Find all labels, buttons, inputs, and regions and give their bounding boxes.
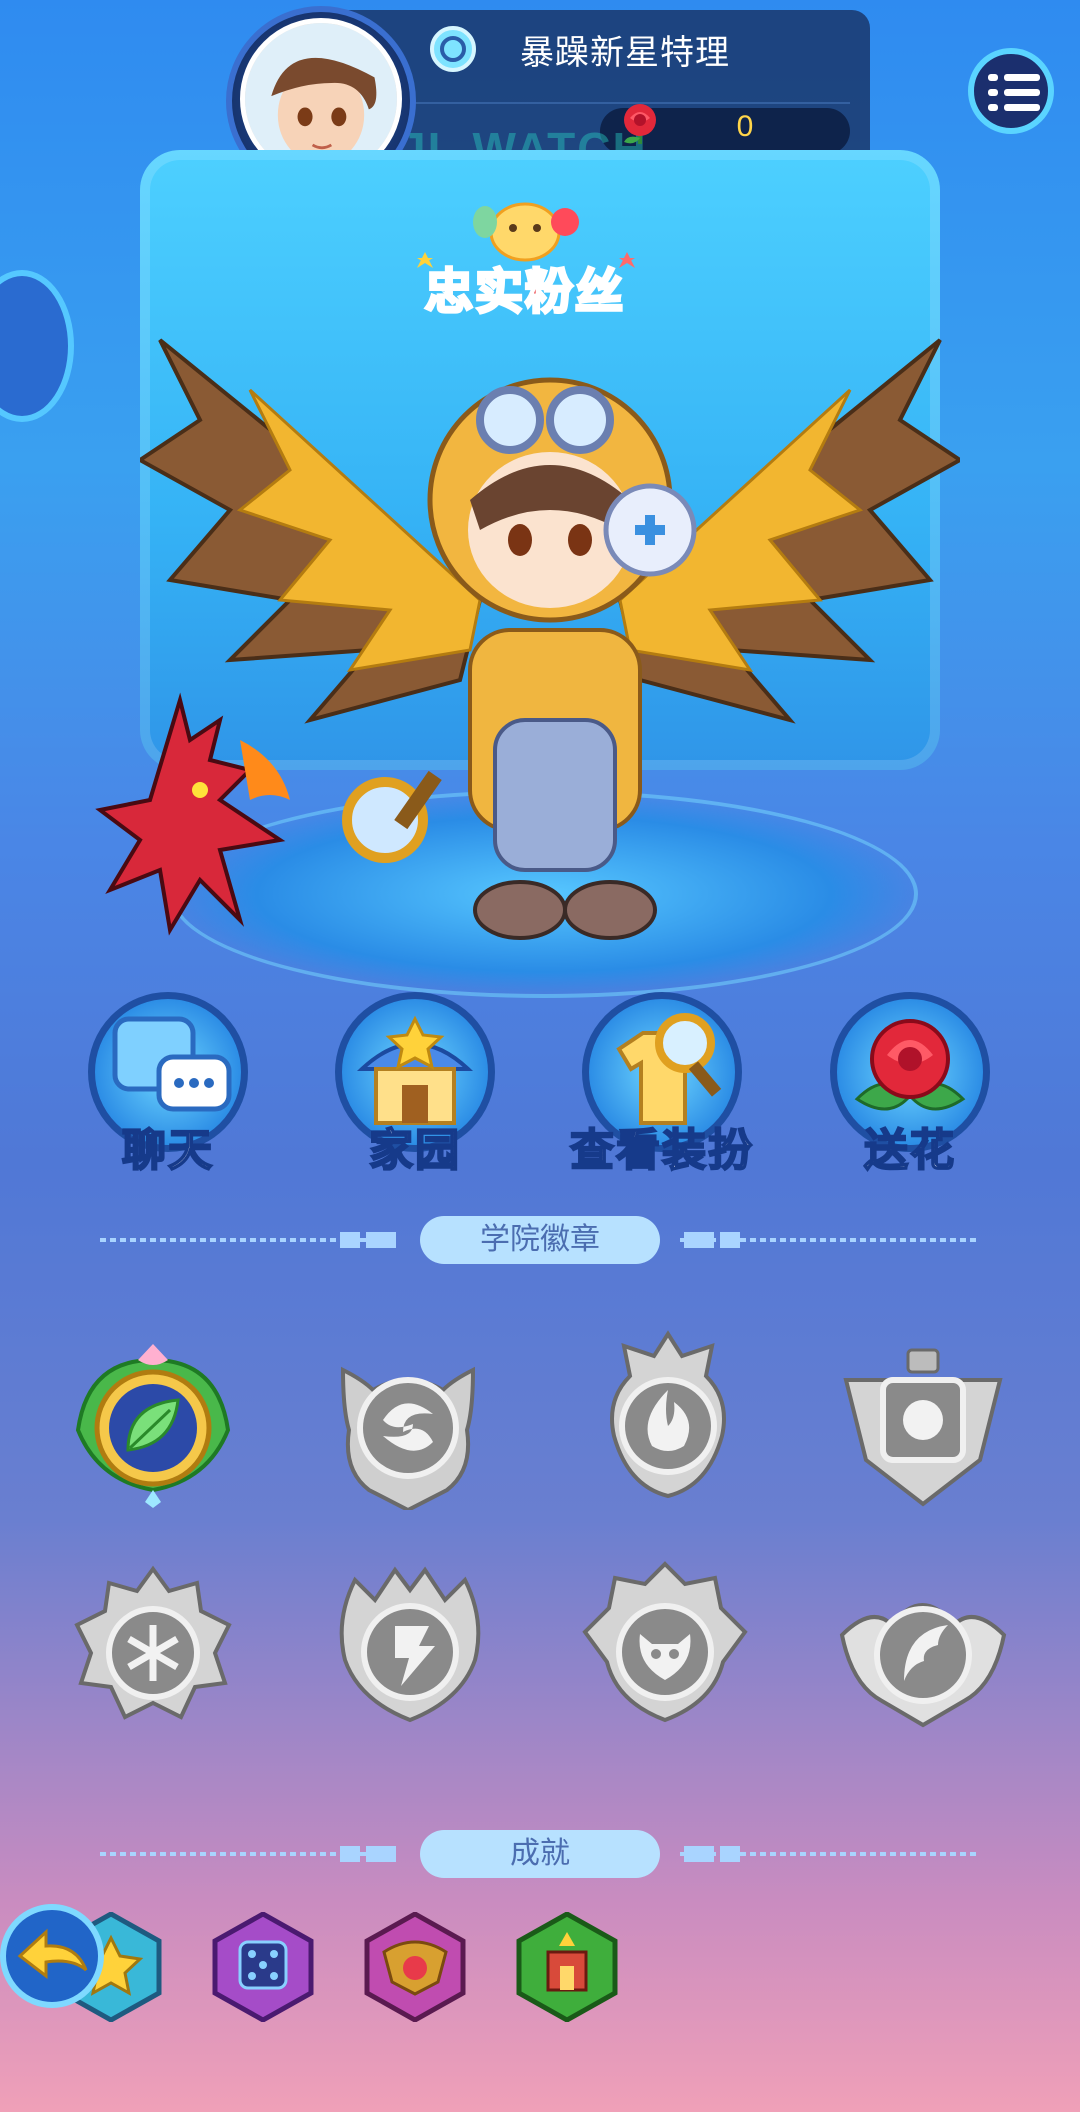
divider-right	[680, 1852, 980, 1856]
view-outfit-label: 查看装扮	[569, 1125, 754, 1176]
menu-button[interactable]	[968, 48, 1054, 134]
lightning-badge-icon[interactable]	[325, 1560, 495, 1730]
crest-achievement-icon[interactable]	[364, 1912, 466, 2022]
rose-count: 0	[736, 110, 754, 143]
achievements-section-title: 成就	[420, 1830, 660, 1878]
flame-badge-icon[interactable]	[583, 1330, 753, 1500]
badges-section-title: 学院徽章	[420, 1216, 660, 1264]
back-arrow-icon	[17, 1928, 88, 1980]
swirl-badge-icon[interactable]	[323, 1340, 493, 1510]
dice-achievement-icon[interactable]	[212, 1912, 314, 2022]
home-button[interactable]: 家园	[335, 992, 505, 1182]
left-wing	[140, 338, 483, 724]
fan-banner-title: 忠实粉丝	[423, 265, 625, 321]
divider-block	[340, 1846, 360, 1862]
back-button[interactable]	[0, 1904, 104, 2008]
square-badge-icon[interactable]	[838, 1340, 1008, 1510]
chat-label: 聊天	[121, 1125, 214, 1176]
send-flower-label: 送花	[863, 1125, 956, 1176]
watch-icon	[430, 26, 476, 72]
badges-section-header: 学院徽章	[0, 1216, 1080, 1266]
chat-button[interactable]: 聊天	[88, 992, 258, 1182]
home-label: 家园	[368, 1125, 461, 1176]
player-name: 暴躁新星特理	[520, 34, 730, 72]
snowflake-badge-icon[interactable]	[68, 1565, 238, 1735]
pet-dragon	[95, 692, 290, 936]
tower-achievement-icon[interactable]	[516, 1912, 618, 2022]
divider-block	[366, 1846, 396, 1862]
view-outfit-button[interactable]: 查看装扮	[569, 992, 753, 1182]
leaf-badge-icon[interactable]	[68, 1340, 238, 1510]
divider-block	[366, 1232, 396, 1248]
divider-block	[340, 1232, 360, 1248]
divider-right	[680, 1238, 980, 1242]
demon-badge-icon[interactable]	[580, 1560, 750, 1730]
fan-banner: 忠实粉丝	[405, 192, 645, 321]
edge-decoration	[0, 270, 74, 422]
rose-icon	[624, 104, 656, 144]
header-divider	[350, 102, 850, 104]
send-flower-button[interactable]: 送花	[830, 992, 1000, 1182]
achievements-section-header: 成就	[0, 1830, 1080, 1880]
wing-badge-icon[interactable]	[838, 1565, 1008, 1735]
